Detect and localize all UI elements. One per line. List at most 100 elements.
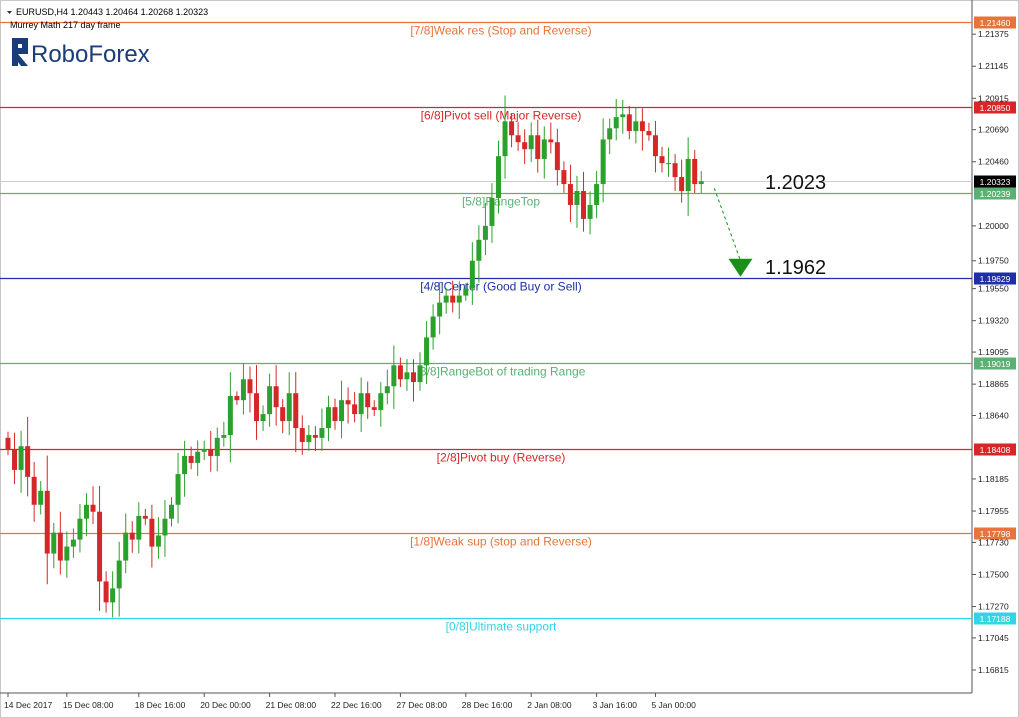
- price-tag-text: 1.17188: [980, 614, 1011, 624]
- candle-body-up: [306, 435, 312, 443]
- candle-body-up: [685, 158, 691, 192]
- candle-body-down: [561, 170, 567, 185]
- candle-body-down: [293, 393, 299, 429]
- murrey-level-label: [0/8]Ultimate support: [446, 620, 557, 634]
- candle-body-up: [384, 386, 390, 394]
- candle-body-down: [352, 404, 358, 415]
- murrey-level-label: [5/8]RangeTop: [462, 195, 540, 209]
- x-tick-label: 3 Jan 16:00: [593, 700, 638, 710]
- y-tick-label: 1.19750: [978, 256, 1009, 266]
- y-tick-label: 1.20460: [978, 157, 1009, 167]
- x-tick-label: 5 Jan 00:00: [651, 700, 696, 710]
- candle-body-down: [103, 581, 109, 603]
- candle-body-up: [482, 225, 488, 240]
- y-tick-label: 1.17500: [978, 569, 1009, 579]
- y-tick-label: 1.19095: [978, 347, 1009, 357]
- candle-body-up: [201, 448, 207, 452]
- price-annotation: 1.1962: [765, 257, 826, 279]
- price-annotation: 1.2023: [765, 172, 826, 194]
- candle-body-up: [70, 539, 76, 547]
- candle-body-down: [672, 163, 678, 178]
- candle-body-down: [345, 400, 351, 405]
- candle-body-up: [77, 518, 83, 540]
- y-tick-label: 1.21375: [978, 29, 1009, 39]
- candle-body-down: [188, 455, 194, 463]
- candle-body-down: [397, 365, 403, 380]
- candle-body-down: [679, 177, 685, 192]
- candle-body-up: [528, 135, 534, 150]
- x-tick-label: 14 Dec 2017: [4, 700, 52, 710]
- price-tag-text: 1.20850: [980, 103, 1011, 113]
- candle-body-down: [567, 184, 573, 205]
- candle-body-up: [613, 117, 619, 129]
- y-tick-label: 1.20690: [978, 125, 1009, 135]
- y-tick-label: 1.18185: [978, 474, 1009, 484]
- candle-body-down: [652, 135, 658, 157]
- y-tick-label: 1.17955: [978, 506, 1009, 516]
- candle-body-up: [587, 204, 593, 219]
- symbol-header: EURUSD,H4 1.20443 1.20464 1.20268 1.2032…: [16, 7, 208, 17]
- x-tick-label: 2 Jan 08:00: [527, 700, 572, 710]
- candle-body-up: [502, 121, 508, 157]
- candle-body-up: [214, 437, 220, 456]
- candle-body-up: [443, 295, 449, 303]
- candle-body-up: [607, 128, 613, 140]
- candle-body-down: [554, 142, 560, 171]
- candle-body-up: [417, 365, 423, 383]
- candle-body-up: [541, 139, 547, 159]
- candle-body-up: [600, 139, 606, 185]
- candle-body-up: [424, 337, 430, 366]
- y-tick-label: 1.17045: [978, 633, 1009, 643]
- x-tick-label: 22 Dec 16:00: [331, 700, 382, 710]
- candle-body-down: [247, 379, 253, 394]
- candle-body-up: [391, 365, 397, 387]
- x-tick-label: 28 Dec 16:00: [462, 700, 513, 710]
- candle-body-down: [57, 532, 63, 561]
- candle-body-down: [208, 448, 214, 456]
- price-tag-text: 1.18408: [980, 445, 1011, 455]
- candle-body-down: [515, 135, 521, 143]
- candle-body-down: [90, 504, 96, 512]
- candle-body-up: [574, 191, 580, 205]
- murrey-level-label: [7/8]Weak res (Stop and Reverse): [410, 24, 591, 38]
- candle-body-up: [51, 532, 57, 554]
- price-tag-text: 1.19019: [980, 359, 1011, 369]
- candle-body-up: [227, 396, 233, 436]
- y-tick-label: 1.17270: [978, 602, 1009, 612]
- y-tick-label: 1.19320: [978, 316, 1009, 326]
- candle-body-down: [97, 511, 103, 582]
- candle-body-up: [110, 588, 116, 603]
- murrey-level-label: [3/8]RangeBot of trading Range: [417, 365, 586, 379]
- candle-body-up: [358, 393, 364, 415]
- y-tick-label: 1.17730: [978, 537, 1009, 547]
- candle-body-up: [476, 239, 482, 261]
- candle-body-up: [469, 260, 475, 289]
- x-tick-label: 27 Dec 08:00: [396, 700, 447, 710]
- y-tick-label: 1.20915: [978, 93, 1009, 103]
- price-tag-text: 1.21460: [980, 18, 1011, 28]
- x-tick-label: 18 Dec 16:00: [135, 700, 186, 710]
- chart-canvas: [7/8]Weak res (Stop and Reverse) [6/8]Piv…: [0, 0, 1019, 718]
- price-tag-text: 1.20239: [980, 189, 1011, 199]
- candle-body-down: [410, 372, 416, 383]
- candle-body-down: [371, 407, 377, 410]
- candle-body-down: [149, 518, 155, 547]
- chart-root: [7/8]Weak res (Stop and Reverse) [6/8]Piv…: [0, 0, 1019, 718]
- candle-body-up: [38, 490, 44, 505]
- candle-body-up: [267, 386, 273, 415]
- roboforex-logo-text: RoboForex: [31, 41, 150, 68]
- candle-body-up: [633, 121, 639, 132]
- candle-body-down: [692, 158, 698, 185]
- candle-body-down: [522, 142, 528, 150]
- candle-body-down: [581, 191, 587, 219]
- candle-body-down: [509, 121, 515, 136]
- candle-body-down: [626, 114, 632, 132]
- candle-body-down: [25, 446, 31, 477]
- candle-body-down: [280, 407, 286, 422]
- candle-body-up: [437, 302, 443, 317]
- candle-body-up: [339, 400, 345, 422]
- candle-body-down: [450, 295, 456, 303]
- candle-body-up: [496, 156, 501, 198]
- candle-body-down: [31, 476, 37, 505]
- roboforex-logo: RoboForex: [12, 38, 150, 68]
